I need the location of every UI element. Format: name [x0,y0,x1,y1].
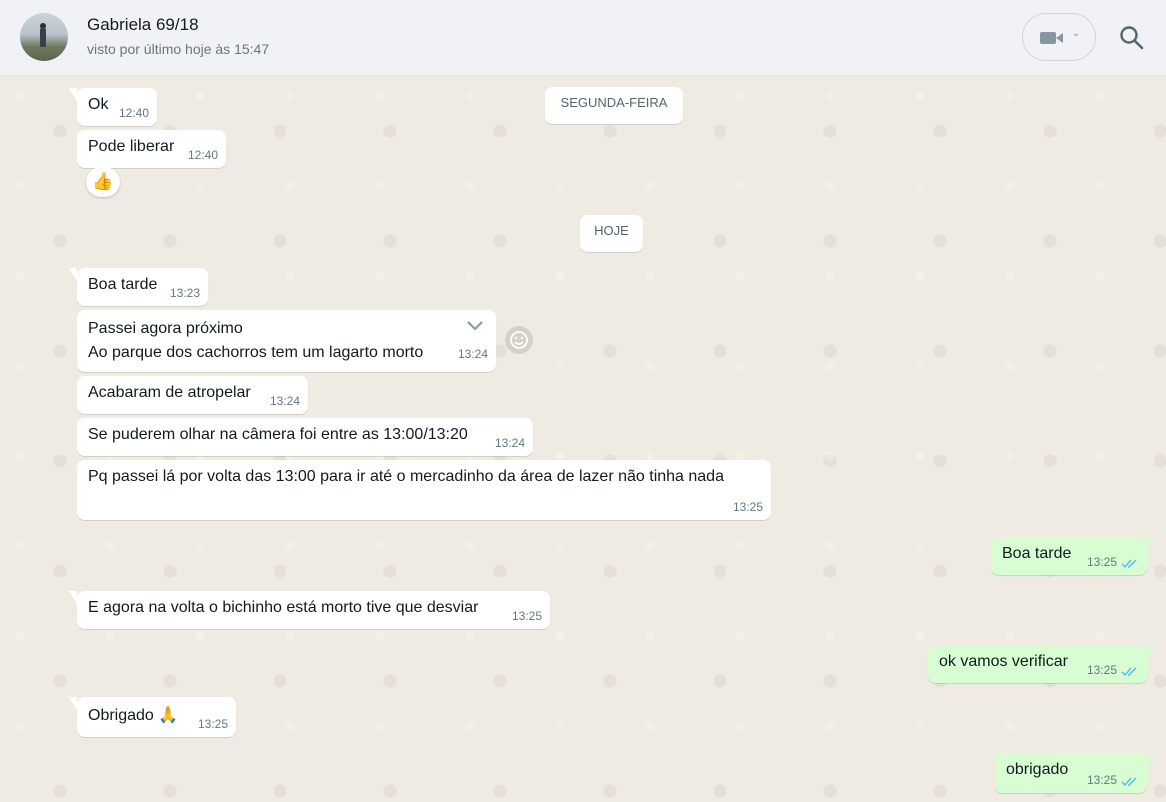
message-time: 12:40 [187,148,218,162]
double-check-icon [1121,559,1137,569]
day-separator-label: HOJE [594,223,629,238]
message-incoming[interactable]: Pode liberar 12:40 [77,130,226,168]
message-text: Pq passei lá por volta das 13:00 para ir… [88,468,724,485]
message-incoming[interactable]: Pq passei lá por volta das 13:00 para ir… [77,460,771,520]
chevron-down-icon: ⌄ [1072,28,1081,39]
message-incoming[interactable]: Acabaram de atropelar 13:24 [77,376,308,414]
bubble-tail [69,88,77,101]
day-separator-today: HOJE [580,215,643,252]
video-camera-lens [1056,33,1063,43]
message-time: 13:25 [511,609,542,623]
avatar-figure-body [40,27,46,47]
video-camera-icon [1040,32,1056,44]
contact-name[interactable]: Gabriela 69/18 [87,15,199,35]
avatar[interactable] [20,13,68,61]
bubble-tail [1147,537,1155,550]
message-incoming[interactable]: Boa tarde 13:23 [69,268,208,306]
message-time: 13:25 [1086,663,1117,677]
message-text: Pode liberar [88,138,175,155]
message-time: 13:25 [732,500,763,514]
day-separator-label: SEGUNDA-FEIRA [560,95,668,110]
message-incoming[interactable]: Ok 12:40 [69,88,157,126]
message-text: obrigado [1006,761,1069,778]
message-text: Ok [88,96,109,113]
message-text-line: Passei agora próximo [88,320,243,337]
bubble-tail [69,697,77,710]
message-time: 13:24 [494,436,525,450]
chat-header: Gabriela 69/18 visto por último hoje às … [0,0,1166,76]
bubble-tail [69,268,77,281]
double-check-icon [1121,667,1137,677]
message-list[interactable]: SEGUNDA-FEIRA Ok 12:40 Pode liberar 12:4… [0,76,1166,802]
double-check-icon [1121,777,1137,787]
day-separator-monday: SEGUNDA-FEIRA [545,87,683,124]
message-outgoing[interactable]: Boa tarde 13:25 [991,537,1155,575]
message-time: 13:25 [1086,773,1117,787]
message-time: 13:25 [197,717,228,731]
message-time: 13:25 [1086,555,1117,569]
bubble-tail [1147,753,1155,766]
message-text: Obrigado 🙏 [88,707,179,724]
message-outgoing[interactable]: obrigado 13:25 [995,753,1155,793]
message-text-line: Ao parque dos cachorros tem um lagarto m… [88,344,424,361]
message-reaction[interactable]: 👍 [86,167,120,197]
message-time: 12:40 [118,106,149,120]
video-call-button[interactable]: ⌄ [1022,13,1096,61]
message-incoming[interactable]: Passei agora próximo Ao parque dos cacho… [77,310,496,372]
message-text: Se puderem olhar na câmera foi entre as … [88,426,468,443]
message-incoming[interactable]: Obrigado 🙏 13:25 [69,697,236,737]
message-text: ok vamos verificar [939,653,1068,670]
bubble-tail [69,591,77,604]
chevron-down-icon[interactable] [466,320,484,332]
search-icon[interactable] [1116,22,1148,54]
bubble-tail [1147,645,1155,658]
message-time: 13:23 [169,286,200,300]
message-incoming[interactable]: E agora na volta o bichinho está morto t… [69,591,550,629]
message-outgoing[interactable]: ok vamos verificar 13:25 [928,645,1155,683]
last-seen-status: visto por último hoje às 15:47 [87,41,270,57]
message-text: E agora na volta o bichinho está morto t… [88,599,479,616]
message-text: Boa tarde [1002,545,1072,562]
message-time: 13:24 [269,394,300,408]
message-text: Boa tarde [88,276,158,293]
message-text: Acabaram de atropelar [88,384,251,401]
message-time: 13:24 [457,347,488,361]
message-incoming[interactable]: Se puderem olhar na câmera foi entre as … [77,418,533,456]
emoji-icon[interactable] [504,325,534,355]
